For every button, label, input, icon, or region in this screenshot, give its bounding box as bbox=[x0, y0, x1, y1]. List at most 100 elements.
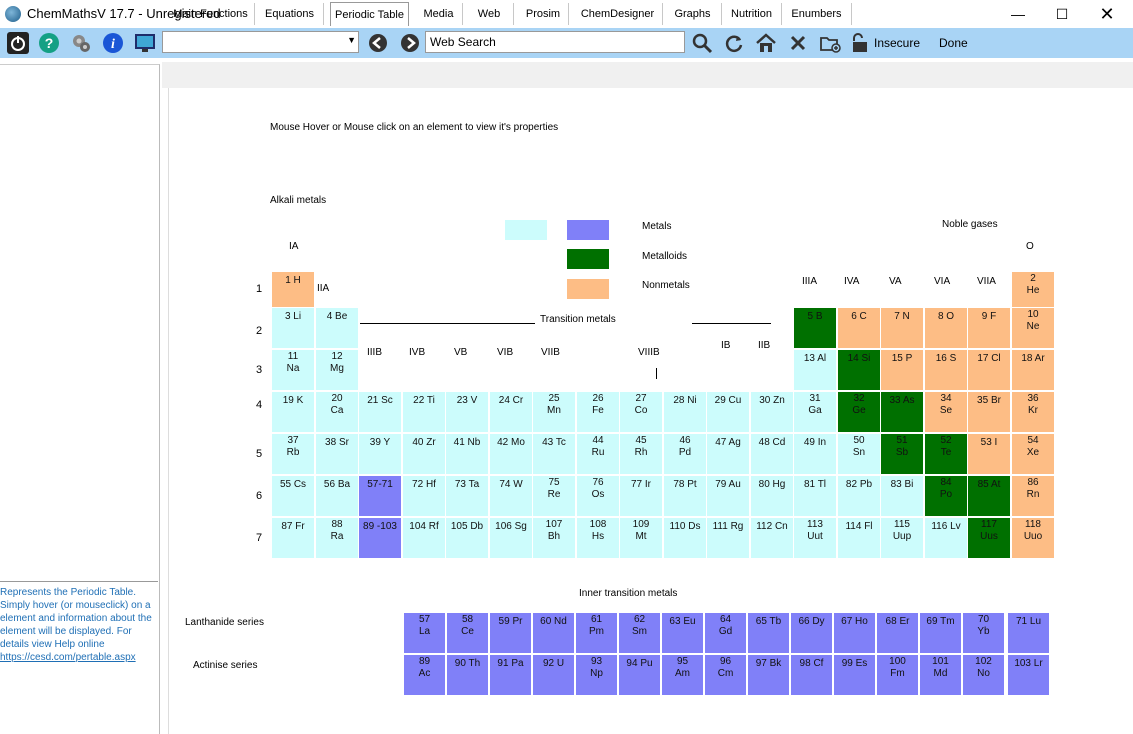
done-label[interactable]: Done bbox=[939, 36, 968, 50]
element-cell[interactable]: 36 Kr bbox=[1011, 391, 1055, 433]
element-cell[interactable]: 38 Sr bbox=[315, 433, 359, 475]
actinide-cell[interactable]: 99 Es bbox=[833, 654, 876, 696]
element-cell[interactable]: 34 Se bbox=[924, 391, 968, 433]
element-cell[interactable]: 56 Ba bbox=[315, 475, 359, 517]
tab-prosim[interactable]: Prosim bbox=[518, 3, 569, 25]
element-cell[interactable]: 13 Al bbox=[793, 349, 837, 391]
actinide-cell[interactable]: 98 Cf bbox=[790, 654, 833, 696]
element-cell[interactable]: 87 Fr bbox=[271, 517, 315, 559]
element-cell[interactable]: 57-71 bbox=[358, 475, 402, 517]
element-cell[interactable]: 111 Rg bbox=[706, 517, 750, 559]
element-cell[interactable]: 53 I bbox=[967, 433, 1011, 475]
element-cell[interactable]: 117 Uus bbox=[967, 517, 1011, 559]
lanthanide-cell[interactable]: 61 Pm bbox=[575, 612, 618, 654]
element-cell[interactable]: 118 Uuo bbox=[1011, 517, 1055, 559]
element-cell[interactable]: 89 -103 bbox=[358, 517, 402, 559]
forward-icon[interactable] bbox=[399, 32, 421, 54]
info-icon[interactable]: i bbox=[102, 32, 124, 54]
element-cell[interactable]: 114 Fl bbox=[837, 517, 881, 559]
element-cell[interactable]: 85 At bbox=[967, 475, 1011, 517]
element-cell[interactable]: 105 Db bbox=[445, 517, 489, 559]
power-icon[interactable] bbox=[7, 32, 29, 54]
tab-enumbers[interactable]: Enumbers bbox=[782, 3, 852, 25]
element-cell[interactable]: 19 K bbox=[271, 391, 315, 433]
element-cell[interactable]: 110 Ds bbox=[663, 517, 707, 559]
stop-icon[interactable] bbox=[787, 32, 809, 54]
chevron-down-icon[interactable]: ▼ bbox=[347, 35, 356, 45]
element-cell[interactable]: 75 Re bbox=[532, 475, 576, 517]
help-link[interactable]: https://cesd.com/pertable.aspx bbox=[0, 652, 136, 663]
element-cell[interactable]: 88 Ra bbox=[315, 517, 359, 559]
lanthanide-cell[interactable]: 66 Dy bbox=[790, 612, 833, 654]
element-cell[interactable]: 46 Pd bbox=[663, 433, 707, 475]
element-cell[interactable]: 55 Cs bbox=[271, 475, 315, 517]
element-cell[interactable]: 112 Cn bbox=[750, 517, 794, 559]
new-folder-icon[interactable] bbox=[819, 32, 841, 54]
refresh-icon[interactable] bbox=[723, 32, 745, 54]
element-cell[interactable]: 39 Y bbox=[358, 433, 402, 475]
element-cell[interactable]: 4 Be bbox=[315, 307, 359, 349]
element-cell[interactable]: 81 Tl bbox=[793, 475, 837, 517]
actinide-cell[interactable]: 96 Cm bbox=[704, 654, 747, 696]
insecure-label[interactable]: Insecure bbox=[874, 36, 920, 50]
actinide-cell[interactable]: 100 Fm bbox=[876, 654, 919, 696]
monitor-icon[interactable] bbox=[134, 32, 156, 54]
settings-icon[interactable] bbox=[70, 32, 92, 54]
element-cell[interactable]: 74 W bbox=[489, 475, 533, 517]
element-cell[interactable]: 11 Na bbox=[271, 349, 315, 391]
actinide-cell[interactable]: 97 Bk bbox=[747, 654, 790, 696]
element-cell[interactable]: 86 Rn bbox=[1011, 475, 1055, 517]
lanthanide-cell[interactable]: 69 Tm bbox=[919, 612, 962, 654]
element-cell[interactable]: 43 Tc bbox=[532, 433, 576, 475]
tab-web[interactable]: Web bbox=[465, 3, 514, 25]
search-icon[interactable] bbox=[691, 32, 713, 54]
element-cell[interactable]: 25 Mn bbox=[532, 391, 576, 433]
tab-graphs[interactable]: Graphs bbox=[664, 3, 722, 25]
element-cell[interactable]: 72 Hf bbox=[402, 475, 446, 517]
element-cell[interactable]: 47 Ag bbox=[706, 433, 750, 475]
actinide-cell[interactable]: 103 Lr bbox=[1007, 654, 1050, 696]
element-cell[interactable]: 44 Ru bbox=[576, 433, 620, 475]
element-cell[interactable]: 15 P bbox=[880, 349, 924, 391]
element-cell[interactable]: 17 Cl bbox=[967, 349, 1011, 391]
element-cell[interactable]: 31 Ga bbox=[793, 391, 837, 433]
lanthanide-cell[interactable]: 63 Eu bbox=[661, 612, 704, 654]
element-cell[interactable]: 22 Ti bbox=[402, 391, 446, 433]
element-cell[interactable]: 84 Po bbox=[924, 475, 968, 517]
lanthanide-cell[interactable]: 58 Ce bbox=[446, 612, 489, 654]
lanthanide-cell[interactable]: 59 Pr bbox=[489, 612, 532, 654]
tab-main-functions[interactable]: Main Functions bbox=[167, 3, 255, 25]
element-cell[interactable]: 29 Cu bbox=[706, 391, 750, 433]
lanthanide-cell[interactable]: 70 Yb bbox=[962, 612, 1005, 654]
element-cell[interactable]: 9 F bbox=[967, 307, 1011, 349]
element-cell[interactable]: 73 Ta bbox=[445, 475, 489, 517]
element-cell[interactable]: 3 Li bbox=[271, 307, 315, 349]
element-cell[interactable]: 37 Rb bbox=[271, 433, 315, 475]
element-cell[interactable]: 32 Ge bbox=[837, 391, 881, 433]
element-cell[interactable]: 48 Cd bbox=[750, 433, 794, 475]
home-icon[interactable] bbox=[755, 32, 777, 54]
element-cell[interactable]: 116 Lv bbox=[924, 517, 968, 559]
actinide-cell[interactable]: 91 Pa bbox=[489, 654, 532, 696]
element-cell[interactable]: 8 O bbox=[924, 307, 968, 349]
lanthanide-cell[interactable]: 65 Tb bbox=[747, 612, 790, 654]
element-cell[interactable]: 79 Au bbox=[706, 475, 750, 517]
lanthanide-cell[interactable]: 60 Nd bbox=[532, 612, 575, 654]
element-cell[interactable]: 28 Ni bbox=[663, 391, 707, 433]
element-cell[interactable]: 20 Ca bbox=[315, 391, 359, 433]
element-cell[interactable]: 14 Si bbox=[837, 349, 881, 391]
actinide-cell[interactable]: 101 Md bbox=[919, 654, 962, 696]
element-cell[interactable]: 45 Rh bbox=[619, 433, 663, 475]
element-cell[interactable]: 40 Zr bbox=[402, 433, 446, 475]
element-cell[interactable]: 30 Zn bbox=[750, 391, 794, 433]
actinide-cell[interactable]: 90 Th bbox=[446, 654, 489, 696]
element-cell[interactable]: 41 Nb bbox=[445, 433, 489, 475]
element-cell[interactable]: 54 Xe bbox=[1011, 433, 1055, 475]
element-cell[interactable]: 109 Mt bbox=[619, 517, 663, 559]
minimize-button[interactable]: — bbox=[995, 0, 1041, 28]
element-cell[interactable]: 115 Uup bbox=[880, 517, 924, 559]
actinide-cell[interactable]: 89 Ac bbox=[403, 654, 446, 696]
actinide-cell[interactable]: 94 Pu bbox=[618, 654, 661, 696]
element-cell[interactable]: 35 Br bbox=[967, 391, 1011, 433]
unlock-icon[interactable] bbox=[850, 32, 872, 54]
